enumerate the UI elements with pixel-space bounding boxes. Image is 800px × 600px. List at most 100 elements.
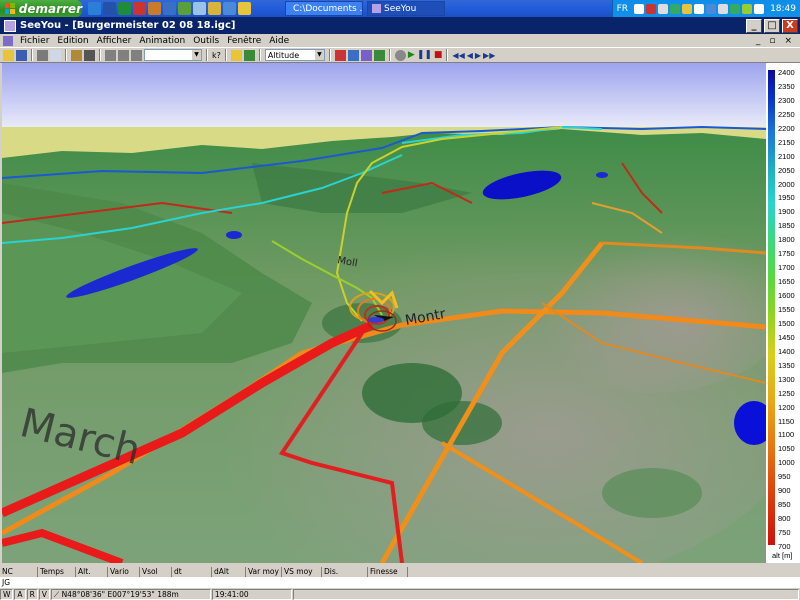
- menu-bar: Fichier Edition Afficher Animation Outil…: [0, 34, 800, 47]
- last-icon[interactable]: ▶▶: [483, 51, 495, 60]
- col-vario[interactable]: Vario: [108, 567, 140, 577]
- seeyou-icon[interactable]: [4, 19, 16, 32]
- excel-icon[interactable]: [118, 2, 131, 15]
- col-dis-parcours[interactable]: Dis. Parcou...: [322, 567, 368, 586]
- ie-icon[interactable]: [88, 2, 101, 15]
- legend-tick: 950: [778, 472, 791, 482]
- menu-fenetre[interactable]: Fenêtre: [223, 36, 265, 46]
- clock-icon[interactable]: [394, 49, 406, 61]
- tray-icon[interactable]: [670, 3, 681, 14]
- start-button[interactable]: demarrer: [0, 0, 82, 17]
- app-icon[interactable]: [238, 2, 251, 15]
- minimize-button[interactable]: _: [746, 18, 762, 33]
- tray-icon[interactable]: [742, 3, 753, 14]
- app-icon[interactable]: [163, 2, 176, 15]
- pause-icon[interactable]: ❚❚: [417, 50, 432, 60]
- task-documents[interactable]: C:\Documents ...: [285, 1, 363, 16]
- tray-icon[interactable]: [658, 3, 669, 14]
- tray-icon[interactable]: [694, 3, 705, 14]
- view3d-icon[interactable]: [347, 49, 359, 61]
- col-dt[interactable]: dt: [172, 567, 212, 577]
- col-vsol[interactable]: Vsol: [140, 567, 172, 577]
- col-finesse[interactable]: Finesse: [368, 567, 408, 577]
- zoom-out-icon[interactable]: [131, 49, 142, 61]
- status-empty: [292, 588, 799, 600]
- chart-icon[interactable]: [360, 49, 372, 61]
- language-indicator[interactable]: FR: [617, 4, 628, 14]
- flight-data-row[interactable]: JG: [0, 577, 800, 588]
- word-icon[interactable]: [103, 2, 116, 15]
- mdi-minimize-button[interactable]: _: [756, 36, 761, 46]
- legend-tick: 1400: [778, 346, 795, 356]
- document-icon[interactable]: [3, 35, 13, 46]
- zoom-combo[interactable]: ▼: [144, 49, 202, 61]
- tray-icon[interactable]: [730, 3, 741, 14]
- app-icon[interactable]: [193, 2, 206, 15]
- legend-tick: 1350: [778, 360, 795, 370]
- seeyou-icon: [372, 4, 381, 13]
- legend-tick: 1800: [778, 235, 795, 245]
- open-icon[interactable]: [3, 49, 14, 61]
- legend-tick: 1600: [778, 291, 795, 301]
- barogram-icon[interactable]: [334, 49, 346, 61]
- app-icon[interactable]: [223, 2, 236, 15]
- play-icon[interactable]: ▶: [408, 50, 415, 60]
- col-dalt[interactable]: dAlt: [212, 567, 246, 577]
- zoom-in-icon[interactable]: [118, 49, 129, 61]
- menu-fichier[interactable]: Fichier: [16, 36, 53, 46]
- col-nc[interactable]: NC: [0, 567, 38, 577]
- mode-w[interactable]: W: [0, 588, 14, 600]
- col-var-moy[interactable]: Var moy: [246, 567, 282, 577]
- system-tray: FR 18:49: [611, 0, 800, 17]
- mdi-restore-button[interactable]: ▫: [769, 36, 775, 46]
- col-temps[interactable]: Temps: [38, 567, 76, 577]
- legend-tick: 1050: [778, 444, 795, 454]
- print-icon[interactable]: [37, 49, 48, 61]
- altitude-select[interactable]: Altitude ▼: [264, 49, 325, 61]
- tray-icon[interactable]: [634, 3, 645, 14]
- save-icon[interactable]: [16, 49, 27, 61]
- stop-icon[interactable]: ■: [434, 50, 443, 60]
- next-icon[interactable]: ▶: [475, 51, 481, 60]
- menu-aide[interactable]: Aide: [265, 36, 293, 46]
- tray-icon[interactable]: [646, 3, 657, 14]
- menu-afficher[interactable]: Afficher: [93, 36, 136, 46]
- col-alt[interactable]: Alt.: [76, 567, 108, 577]
- maximize-button[interactable]: □: [764, 18, 780, 33]
- mdi-close-button[interactable]: ×: [784, 36, 792, 46]
- help-button[interactable]: k?: [212, 51, 221, 60]
- menu-animation[interactable]: Animation: [135, 36, 189, 46]
- tray-icon[interactable]: [718, 3, 729, 14]
- mode-r[interactable]: R: [26, 588, 38, 600]
- legend-tick: 1900: [778, 207, 795, 217]
- folder-icon[interactable]: [230, 49, 242, 61]
- move-icon[interactable]: [84, 49, 95, 61]
- legend-tick: 850: [778, 500, 791, 510]
- menu-outils[interactable]: Outils: [189, 36, 223, 46]
- position-text: N48°08'36" E007°19'53" 188m: [61, 589, 179, 599]
- flight-icon[interactable]: [243, 49, 255, 61]
- tray-icon[interactable]: [754, 3, 765, 14]
- task-seeyou[interactable]: SeeYou: [367, 1, 445, 16]
- optimize-icon[interactable]: [71, 49, 82, 61]
- time-display: 19:41:00: [211, 588, 292, 600]
- terrain-3d-view[interactable]: March Montr Moll: [2, 63, 766, 563]
- app-icon[interactable]: [133, 2, 146, 15]
- close-button[interactable]: X: [782, 18, 798, 33]
- app-icon[interactable]: [208, 2, 221, 15]
- title-bar: SeeYou - [Burgermeister 02 08 18.igc] _ …: [0, 17, 800, 34]
- col-vs-moy[interactable]: VS moy: [282, 567, 322, 577]
- pan-icon[interactable]: [105, 49, 116, 61]
- app-icon[interactable]: [178, 2, 191, 15]
- mode-a[interactable]: A: [14, 588, 26, 600]
- first-icon[interactable]: ◀◀: [452, 51, 464, 60]
- mode-v[interactable]: V: [38, 588, 50, 600]
- prev-icon[interactable]: ◀: [467, 51, 473, 60]
- legend-tick: 2050: [778, 165, 795, 175]
- stats-icon[interactable]: [373, 49, 385, 61]
- tray-icon[interactable]: [682, 3, 693, 14]
- preview-icon[interactable]: [50, 49, 61, 61]
- tray-icon[interactable]: [706, 3, 717, 14]
- app-icon[interactable]: [148, 2, 161, 15]
- menu-edition[interactable]: Edition: [53, 36, 92, 46]
